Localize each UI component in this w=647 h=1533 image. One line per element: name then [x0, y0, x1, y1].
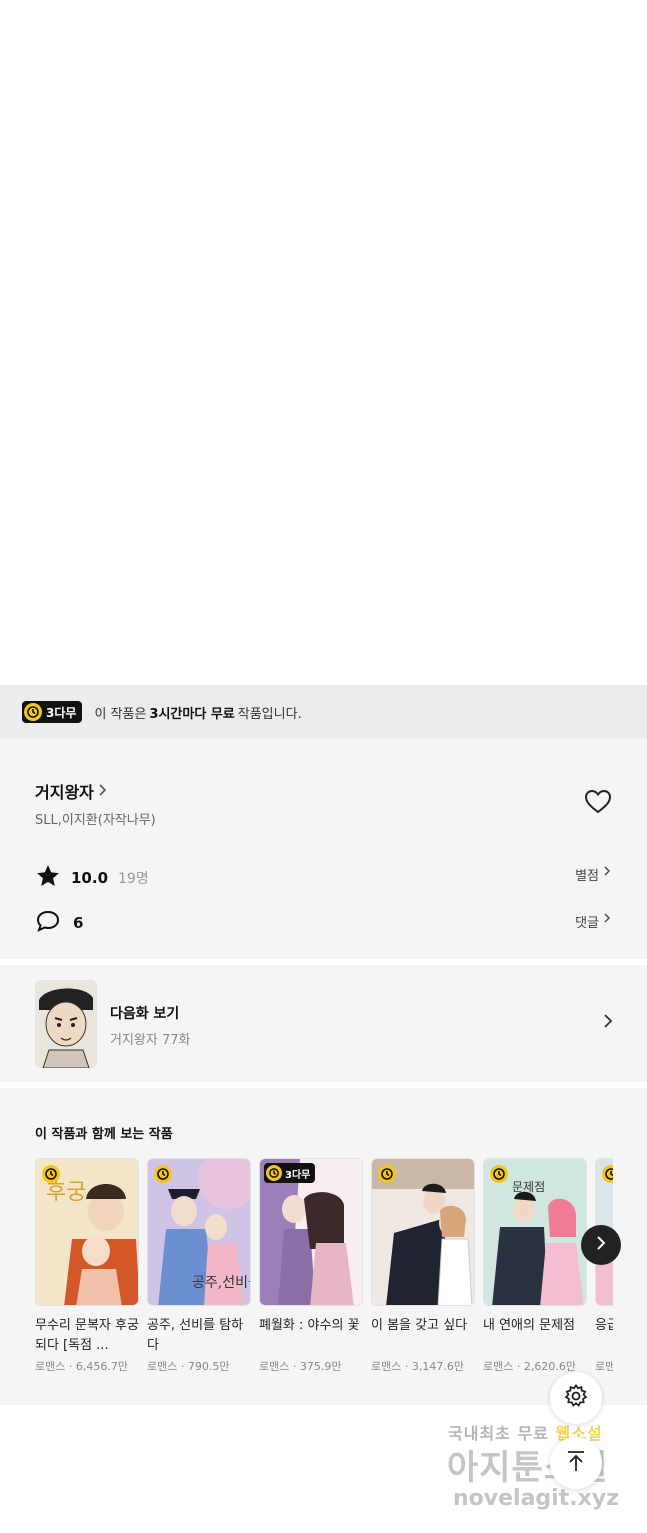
svg-text:공주,선비를: 공주,선비를 — [192, 1275, 251, 1291]
rating-link-label: 별점 — [575, 869, 599, 884]
next-episode-label: 다음화 보기 — [110, 1006, 180, 1022]
recommendation-genre: 로맨스 — [147, 1360, 178, 1373]
chevron-right-icon — [98, 782, 108, 801]
recommendation-meta: 로맨스 · 375.9만 — [259, 1360, 342, 1373]
free-message-bold: 3시간마다 무료 — [149, 706, 235, 722]
clock-icon — [154, 1165, 172, 1183]
wait-free-badge: 3다무 — [22, 701, 83, 723]
comment-count: 6 — [73, 914, 84, 932]
recommendation-card[interactable]: 3다무 폐월화 : 야수의 꽃 로맨스 · 375.9만 — [259, 1158, 363, 1374]
comment-link-label: 댓글 — [575, 916, 599, 931]
recommendation-views: 3,147.6만 — [411, 1360, 464, 1373]
recommendation-title: 내 연애의 문제점 — [483, 1318, 575, 1333]
clock-icon — [490, 1165, 508, 1183]
rating-value: 10.0 — [71, 869, 109, 887]
recommendation-meta: 로맨스 · 6,456.7만 — [35, 1360, 128, 1373]
recommendation-card[interactable]: 문제점 내 연애의 문제점 로맨스 · 2,620.6만 — [483, 1158, 587, 1374]
recommendations-title: 이 작품과 함께 보는 작품 — [35, 1127, 173, 1142]
recommendation-cover — [371, 1158, 475, 1306]
recommendation-title: 이 봄을 갖고 싶다 — [371, 1318, 468, 1333]
recommendation-card[interactable]: 공주,선비를 공주, 선비를 탐하다 로맨스 · 790.5만 — [147, 1158, 251, 1374]
clock-icon — [378, 1165, 396, 1183]
heart-icon[interactable] — [584, 789, 612, 815]
next-episode-card[interactable]: 다음화 보기 거지왕자 77화 — [0, 965, 647, 1082]
recommendation-meta: 로맨스 · 790.5만 — [147, 1360, 230, 1373]
recommendation-title: 무수리 문복자 후궁되다 [독점 ... — [35, 1318, 139, 1353]
svg-text:문제점: 문제점 — [512, 1180, 545, 1194]
recommendation-title: 응급 — [595, 1318, 613, 1333]
episode-image-area — [0, 0, 647, 685]
free-message-suffix: 작품입니다. — [237, 706, 302, 722]
chevron-right-icon — [603, 1013, 613, 1034]
recommendation-cover: 문제점 — [483, 1158, 587, 1306]
svg-text:후궁: 후궁 — [46, 1180, 86, 1205]
clock-icon — [24, 703, 42, 721]
next-episode-subtitle: 거지왕자 77화 — [110, 1033, 191, 1048]
work-title: 거지왕자 — [35, 783, 94, 802]
clock-icon — [266, 1165, 282, 1181]
arrow-up-icon — [565, 1449, 587, 1477]
recommendation-title: 공주, 선비를 탐하다 — [147, 1318, 244, 1353]
recommendation-genre: 로맨스 — [35, 1360, 66, 1373]
wait-free-badge: 3다무 — [264, 1163, 316, 1183]
recommendation-card[interactable]: 이 봄을 갖고 싶다 로맨스 · 3,147.6만 — [371, 1158, 475, 1374]
recommendation-views: 790.5만 — [187, 1360, 230, 1373]
recommendation-genre: 로맨 — [595, 1360, 613, 1373]
recommendation-views: 6,456.7만 — [75, 1360, 128, 1373]
recommendation-genre: 로맨스 — [371, 1360, 402, 1373]
recommendation-meta: 로맨스 · 3,147.6만 — [371, 1360, 464, 1373]
recommendation-genre: 로맨스 — [259, 1360, 290, 1373]
chevron-right-icon — [603, 912, 611, 931]
scroll-to-top-button[interactable] — [550, 1437, 602, 1489]
settings-button[interactable] — [550, 1372, 602, 1424]
work-author: SLL,이지환(자작나무) — [35, 813, 156, 828]
free-every-3-hours-banner: 3다무 이 작품은 3시간마다 무료 작품입니다. — [0, 685, 647, 739]
recommendation-views: 2,620.6만 — [523, 1360, 576, 1373]
recommendations-carousel[interactable]: 후궁 무수리 문복자 후궁되다 [독점 ... 로맨스 · 6,456.7만 공… — [35, 1158, 613, 1398]
recommendation-genre: 로맨스 — [483, 1360, 514, 1373]
recommendation-card[interactable]: 응급 로맨 — [595, 1158, 613, 1374]
recommendation-cover: 후궁 — [35, 1158, 139, 1306]
recommendation-cover: 3다무 — [259, 1158, 363, 1306]
chevron-right-icon — [596, 1235, 606, 1256]
recommendations-section: 이 작품과 함께 보는 작품 후궁 무수리 문복자 후궁되다 [독점 ... 로… — [0, 1088, 647, 1405]
free-message-prefix: 이 작품은 — [94, 706, 147, 722]
recommendation-meta: 로맨 — [595, 1358, 613, 1374]
rating-link[interactable]: 별점 — [575, 865, 611, 884]
work-title-link[interactable]: 거지왕자 — [35, 779, 108, 803]
rating-count: 19명 — [118, 871, 149, 887]
site-watermark: 국내최초 무료 웹소설 아지툰소설 novelagit.xyz — [445, 1418, 635, 1518]
next-episode-thumbnail — [35, 980, 97, 1068]
clock-icon — [42, 1165, 60, 1183]
badge-label: 3다무 — [285, 1169, 311, 1181]
recommendation-card[interactable]: 후궁 무수리 문복자 후궁되다 [독점 ... 로맨스 · 6,456.7만 — [35, 1158, 139, 1374]
carousel-next-button[interactable] — [581, 1225, 621, 1265]
star-icon — [35, 863, 61, 893]
speech-bubble-icon — [35, 909, 61, 937]
watermark-url: novelagit.xyz — [453, 1486, 619, 1511]
free-message: 이 작품은 3시간마다 무료 작품입니다. — [94, 703, 301, 722]
recommendation-cover: 공주,선비를 — [147, 1158, 251, 1306]
recommendation-views: 375.9만 — [299, 1360, 342, 1373]
badge-label: 3다무 — [46, 705, 77, 720]
chevron-right-icon — [603, 865, 611, 884]
rating-summary: 10.0 19명 — [35, 863, 149, 893]
work-info-panel: 거지왕자 SLL,이지환(자작나무) 10.0 19명 별점 6 댓글 — [0, 739, 647, 959]
gear-icon — [563, 1383, 589, 1413]
clock-icon — [602, 1165, 613, 1183]
comment-link[interactable]: 댓글 — [575, 912, 611, 931]
recommendation-title: 폐월화 : 야수의 꽃 — [259, 1318, 360, 1333]
comment-summary: 6 — [35, 909, 83, 937]
